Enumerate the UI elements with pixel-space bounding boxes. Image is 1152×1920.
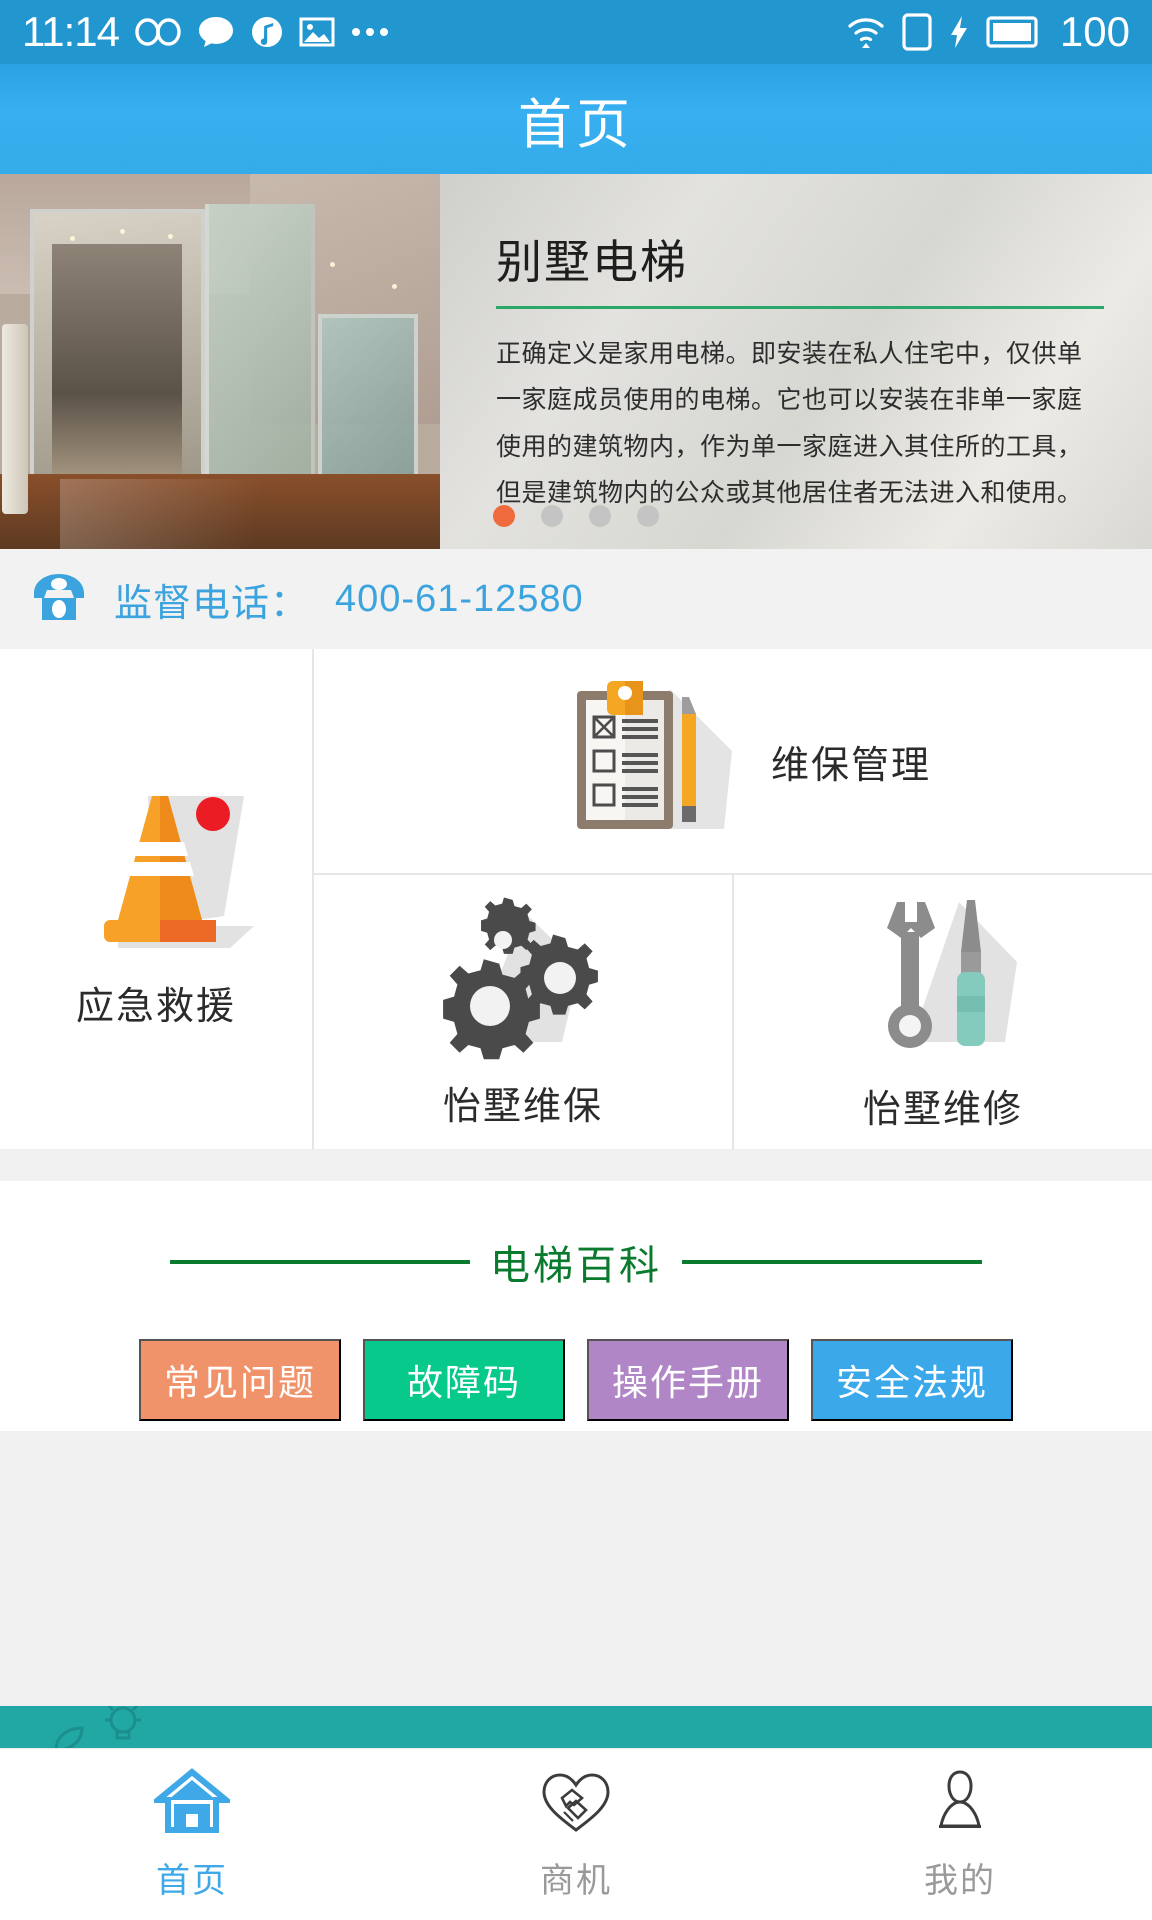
nav-item-home-label: 首页: [156, 1861, 228, 1900]
infinity-icon: [135, 17, 181, 47]
carousel-slide-text: 别墅电梯 正确定义是家用电梯。即安装在私人住宅中，仅供单一家庭成员使用的电梯。它…: [440, 174, 1152, 549]
music-note-icon: [251, 14, 283, 50]
encyclopedia-faq-button[interactable]: 常见问题: [139, 1339, 341, 1421]
app-header: 首页: [0, 64, 1152, 174]
handshake-heart-icon: [538, 1768, 614, 1839]
encyclopedia-regulations-button[interactable]: 安全法规: [811, 1339, 1013, 1421]
carousel-body: 正确定义是家用电梯。即安装在私人住宅中，仅供单一家庭成员使用的电梯。它也可以安装…: [496, 340, 1083, 507]
banner-carousel[interactable]: 别墅电梯 正确定义是家用电梯。即安装在私人住宅中，仅供单一家庭成员使用的电梯。它…: [0, 174, 1152, 549]
sim-card-icon: [902, 13, 932, 51]
encyclopedia-manual-button[interactable]: 操作手册: [587, 1339, 789, 1421]
supervision-hotline-row[interactable]: 监督电话： 400-61-12580: [0, 549, 1152, 649]
battery-icon: [986, 15, 1040, 49]
gears-icon: [428, 894, 618, 1069]
carousel-dot-4[interactable]: [637, 505, 659, 527]
lightbulb-icon: [96, 1706, 150, 1748]
nav-item-business[interactable]: 商机: [384, 1749, 768, 1920]
battery-percent: 100: [1059, 8, 1130, 55]
carousel-dots[interactable]: [0, 505, 1152, 527]
section-spacer-top: [0, 1149, 1152, 1181]
encyclopedia-rule-right: [682, 1260, 982, 1264]
grid-item-villa-upkeep-label: 怡墅维保: [442, 1086, 603, 1128]
feature-grid-bottom-row: 怡墅维保 怡墅维修: [314, 875, 1152, 1149]
traffic-cone-icon: [56, 768, 256, 963]
person-icon: [927, 1768, 993, 1839]
home-icon: [149, 1767, 235, 1839]
wrench-screwdriver-icon: [853, 892, 1033, 1072]
status-bar-right: 100: [846, 11, 1130, 53]
carousel-dot-2[interactable]: [541, 505, 563, 527]
feature-grid: 应急救援 维保管理 怡墅维保 怡墅维修: [0, 649, 1152, 1149]
charging-bolt-icon: [948, 14, 970, 50]
hotline-label: 监督电话：: [114, 582, 310, 625]
status-bar-left: 11:14: [22, 11, 389, 53]
emergency-badge-dot: [196, 797, 230, 831]
grid-item-maintenance-mgmt-label: 维保管理: [770, 744, 931, 787]
grid-item-emergency[interactable]: 应急救援: [0, 649, 314, 1149]
encyclopedia-buttons: 常见问题 故障码 操作手册 安全法规: [139, 1339, 1013, 1421]
telephone-icon: [30, 570, 88, 629]
leaf-icon: [52, 1724, 86, 1748]
carousel-title: 别墅电梯: [496, 236, 688, 288]
encyclopedia-section: 电梯百科 常见问题 故障码 操作手册 安全法规: [0, 1181, 1152, 1431]
grid-item-villa-repair[interactable]: 怡墅维修: [732, 875, 1152, 1149]
grid-item-emergency-label: 应急救援: [75, 986, 236, 1028]
page-title: 首页: [518, 94, 634, 155]
encyclopedia-title: 电梯百科: [490, 1244, 662, 1288]
carousel-divider: [496, 306, 1104, 309]
nav-item-home[interactable]: 首页: [0, 1749, 384, 1920]
encyclopedia-rule-left: [170, 1260, 470, 1264]
grid-item-villa-repair-label: 怡墅维修: [862, 1088, 1023, 1131]
nav-item-profile[interactable]: 我的: [768, 1749, 1152, 1920]
section-spacer-bottom: [0, 1431, 1152, 1706]
chat-bubble-icon: [197, 15, 235, 49]
status-time: 11:14: [22, 8, 120, 55]
grid-item-villa-upkeep[interactable]: 怡墅维保: [314, 875, 732, 1149]
encyclopedia-fault-code-button[interactable]: 故障码: [363, 1339, 565, 1421]
image-icon: [299, 16, 335, 48]
status-bar: 11:14 100: [0, 0, 1152, 64]
encyclopedia-header: 电梯百科: [0, 1233, 1152, 1291]
wifi-icon: [846, 14, 886, 50]
hotline-number[interactable]: 400-61-12580: [335, 578, 584, 621]
clipboard-pencil-icon: [555, 669, 745, 854]
carousel-dot-3[interactable]: [589, 505, 611, 527]
carousel-dot-1[interactable]: [493, 505, 515, 527]
nav-item-profile-label: 我的: [924, 1861, 996, 1900]
grid-item-maintenance-mgmt[interactable]: 维保管理: [314, 649, 1152, 875]
more-dots-icon: [351, 26, 389, 38]
app-root: 11:14 100 首页 别墅电梯 正确定义是家用电梯。即安装在私人住宅中，仅供…: [0, 0, 1152, 1920]
feature-grid-right-column: 维保管理 怡墅维保 怡墅维修: [314, 649, 1152, 1149]
promo-banner-strip[interactable]: [0, 1706, 1152, 1748]
nav-item-business-label: 商机: [540, 1861, 612, 1900]
carousel-photo: [0, 174, 440, 549]
bottom-navigation: 首页 商机 我的: [0, 1748, 1152, 1920]
